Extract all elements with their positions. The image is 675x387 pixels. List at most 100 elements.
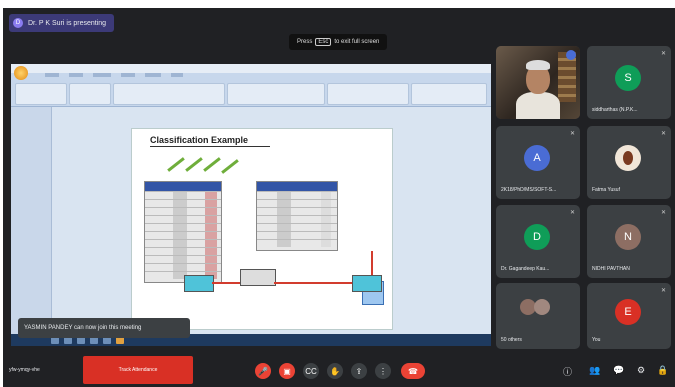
table-row: [145, 223, 221, 231]
mic-off-icon: ✕: [660, 288, 666, 294]
fullscreen-hint-suffix: to exit full screen: [334, 39, 380, 45]
presenting-label: Dr. P K Suri is presenting: [28, 19, 107, 27]
shared-screen: Classification Example: [11, 64, 491, 346]
table-row: [257, 215, 337, 223]
table-row: [145, 239, 221, 247]
ribbon-tabs: [45, 73, 183, 81]
meeting-code: yfw-ymqy-vhe: [9, 367, 40, 373]
presenter-hair: [526, 60, 550, 70]
avatar: E: [615, 299, 641, 325]
captions-icon[interactable]: CC: [303, 363, 319, 379]
ribbon-group-clipboard: [15, 83, 67, 105]
bookshelf: [558, 52, 576, 102]
table-row: [257, 231, 337, 239]
participant-tile-presenter[interactable]: [496, 46, 580, 119]
ribbon-group-editing: [411, 83, 487, 105]
ribbon-group-drawing: [327, 83, 409, 105]
raise-hand-icon[interactable]: ✋: [327, 363, 343, 379]
table-row: [257, 239, 337, 247]
table-row: [145, 191, 221, 199]
table-row: [145, 199, 221, 207]
end-call-button[interactable]: ☎: [401, 363, 425, 379]
participant-name: 2K18/PhD/MS/SOFT-S...: [501, 187, 557, 193]
mic-off-icon: ✕: [569, 210, 575, 216]
track-attendance-button[interactable]: Track Attendance: [83, 356, 193, 384]
info-icon[interactable]: ⓘ: [563, 365, 572, 378]
ppt-title-bar: [11, 64, 491, 73]
avatar: N: [615, 224, 641, 250]
avatar: S: [615, 65, 641, 91]
flow-arrow: [212, 282, 240, 284]
training-table: [144, 181, 222, 283]
profile-photo-icon: [623, 151, 633, 165]
table-row: [257, 199, 337, 207]
learn-classifier-box: [240, 269, 276, 286]
esc-key: Esc: [315, 38, 332, 46]
title-underline: [150, 146, 270, 147]
participant-tile-self[interactable]: ✕ E You: [587, 283, 671, 349]
table-row: [257, 223, 337, 231]
ribbon-group-font: [113, 83, 225, 105]
participant-tile-others[interactable]: 50 others: [496, 283, 580, 349]
avatar-photo: [615, 145, 641, 171]
camera-off-icon[interactable]: ▣: [279, 363, 295, 379]
mic-off-icon: ✕: [660, 131, 666, 137]
table-row: [145, 215, 221, 223]
powerpoint-ribbon: [11, 64, 491, 107]
meet-window: D Dr. P K Suri is presenting Press Esc t…: [3, 8, 675, 387]
pencil-icon: [185, 157, 203, 172]
avatar: [534, 299, 550, 315]
more-icon[interactable]: ⋮: [375, 363, 391, 379]
participant-name: 50 others: [501, 337, 522, 343]
participant-tile[interactable]: ✕ A 2K18/PhD/MS/SOFT-S...: [496, 126, 580, 199]
lock-icon[interactable]: 🔒: [657, 365, 668, 376]
table-row: [257, 207, 337, 215]
fullscreen-hint: Press Esc to exit full screen: [289, 34, 388, 50]
ribbon-group-paragraph: [227, 83, 325, 105]
table-row: [257, 191, 337, 199]
chat-icon[interactable]: 💬: [613, 365, 624, 376]
people-icon[interactable]: 👥: [589, 365, 600, 376]
presenter-body: [516, 92, 560, 119]
participant-name: NIDHI PAVTHAN: [592, 266, 630, 272]
speaking-indicator-icon: [566, 50, 576, 60]
slide-title: Classification Example: [150, 135, 249, 145]
mic-off-icon: ✕: [660, 210, 666, 216]
participant-name: Fatma Yusuf: [592, 187, 620, 193]
activities-icon[interactable]: ⚙: [637, 365, 645, 376]
fullscreen-hint-prefix: Press: [297, 39, 313, 45]
mic-off-icon[interactable]: 🎤: [255, 363, 271, 379]
test-table-header: [257, 182, 337, 191]
participant-tile[interactable]: ✕ S siddharthas (N.P.K...: [587, 46, 671, 119]
avatar: D: [524, 224, 550, 250]
mic-off-icon: ✕: [660, 51, 666, 57]
join-notification-text: YASMIN PANDEY can now join this meeting: [24, 325, 142, 331]
training-table-header: [145, 182, 221, 191]
pencil-icon: [203, 157, 221, 172]
participant-name: siddharthas (N.P.K...: [592, 107, 638, 113]
participant-name: You: [592, 337, 601, 343]
slides-pane: [11, 107, 52, 334]
participant-tile[interactable]: ✕ N NIDHI PAVTHAN: [587, 205, 671, 278]
join-notification: YASMIN PANDEY can now join this meeting: [18, 318, 190, 338]
table-row: [145, 231, 221, 239]
test-table: [256, 181, 338, 251]
deduction-box: [352, 275, 382, 292]
induction-box: [184, 275, 214, 292]
presenting-chip: D Dr. P K Suri is presenting: [9, 14, 115, 32]
participant-tile[interactable]: ✕ D Dr. Gagandeep Kau...: [496, 205, 580, 278]
ribbon-group-slides: [69, 83, 111, 105]
flow-arrow: [274, 282, 352, 284]
office-button-icon: [14, 66, 28, 80]
participant-name: Dr. Gagandeep Kau...: [501, 266, 550, 272]
table-row: [145, 255, 221, 263]
bottom-bar: yfw-ymqy-vhe Track Attendance 🎤 ▣ CC ✋ ⇪…: [3, 353, 675, 387]
mic-off-icon: ✕: [569, 131, 575, 137]
slide-canvas: Classification Example: [131, 128, 393, 330]
table-row: [145, 247, 221, 255]
track-attendance-label: Track Attendance: [118, 367, 158, 373]
present-icon[interactable]: ⇪: [351, 363, 367, 379]
table-row: [145, 207, 221, 215]
pencil-icon: [221, 159, 239, 174]
participant-tile[interactable]: ✕ Fatma Yusuf: [587, 126, 671, 199]
